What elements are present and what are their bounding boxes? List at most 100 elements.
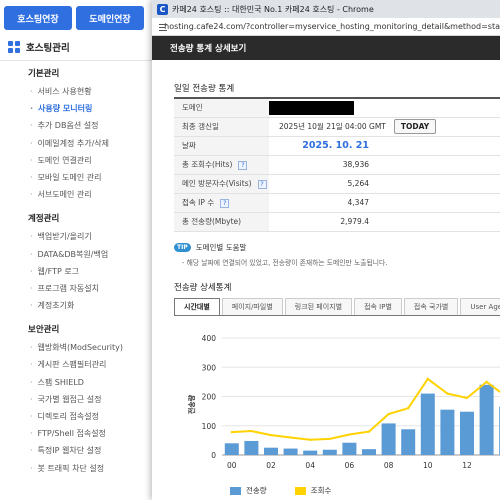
domain-redacted	[269, 100, 354, 115]
sidebar-menu-item[interactable]: 서비스 사용현황	[0, 83, 152, 100]
url-text[interactable]: hosting.cafe24.com/?controller=myservice…	[164, 22, 500, 31]
window-titlebar[interactable]: C 카페24 호스팅 :: 대한민국 No.1 카페24 호스팅 - Chrom…	[152, 0, 500, 18]
sidebar-menu-item[interactable]: 웹/FTP 로그	[0, 263, 152, 280]
sidebar-menu-item[interactable]: 스팸 SHIELD	[0, 374, 152, 391]
legend-label: 전송량	[246, 486, 267, 495]
address-bar[interactable]: hosting.cafe24.com/?controller=myservice…	[152, 18, 500, 36]
window-title: 카페24 호스팅 :: 대한민국 No.1 카페24 호스팅 - Chrome	[172, 4, 374, 14]
y-axis-label: 전송량	[187, 394, 196, 414]
help-icon[interactable]: ?	[238, 161, 248, 170]
menu-section-title: 보안관리	[28, 325, 60, 336]
sidebar-menu-item[interactable]: 백업받기/올리기	[0, 228, 152, 245]
sidebar-menu-item[interactable]: 도메인 연결관리	[0, 152, 152, 169]
chart-legend: 전송량 조회수	[230, 485, 331, 496]
traffic-chart: 0100200300400전송량0002040608101214	[152, 330, 500, 500]
sidebar-menu-item[interactable]: 봇 트래픽 차단 설정	[0, 460, 152, 477]
sidebar-menu-item[interactable]: 계정초기화	[0, 297, 152, 314]
sidebar-menu-item[interactable]: 프로그램 자동설치	[0, 280, 152, 297]
sidebar-menu: 기본관리서비스 사용현황사용량 모니터링추가 DB옵션 설정이메일계정 추가/삭…	[0, 66, 152, 477]
bar	[283, 448, 298, 455]
x-tick-label: 02	[266, 461, 276, 470]
legend-item[interactable]: 조회수	[294, 485, 332, 496]
legend-swatch	[230, 486, 241, 495]
x-tick-label: 00	[227, 461, 237, 470]
bar	[264, 447, 278, 455]
legend-item[interactable]: 전송량	[230, 485, 267, 496]
visits-label: 메인 방문자수(Visits)	[182, 179, 252, 188]
sidebar-menu-item[interactable]: 사용량 모니터링	[0, 100, 152, 117]
line-point	[269, 433, 273, 437]
line-point	[348, 433, 351, 436]
date-value[interactable]: 2025. 10. 21	[269, 140, 369, 151]
traffic-chart-svg: 0100200300400전송량0002040608101214	[187, 334, 500, 470]
bar	[322, 449, 337, 455]
tip-badge: TIP	[174, 242, 191, 252]
date-label: 날짜	[174, 136, 269, 156]
y-tick-label: 200	[202, 393, 217, 402]
bar	[303, 450, 318, 455]
sidebar-menu-item[interactable]: 디렉토리 접속설정	[0, 408, 152, 425]
stats-content: 일일 전송량 통계 도메인 최종 갱신일 2025년 10월 21일 04:00…	[174, 60, 500, 316]
table-row: 총 전송량(Mbyte) 2,979.4	[174, 212, 500, 232]
menu-section-title: 계정관리	[28, 214, 60, 225]
line-point	[446, 392, 449, 395]
cafe24-favicon-icon: C	[157, 3, 168, 15]
y-tick-label: 300	[202, 363, 217, 372]
line-point	[387, 412, 390, 416]
tab-item[interactable]: 시간대별	[174, 297, 220, 315]
tab-item[interactable]: User Agent	[460, 297, 500, 315]
line-point	[328, 437, 331, 441]
ip-count-label: 접속 IP 수	[182, 198, 215, 207]
sidebar-menu-item[interactable]: 특정IP 웹차단 설정	[0, 442, 152, 459]
table-row: 도메인	[174, 98, 500, 118]
sidebar-menu-item[interactable]: 서브도메인 관리	[0, 186, 152, 203]
hosting-menu-title[interactable]: 호스팅관리	[8, 40, 70, 54]
legend-label: 조회수	[310, 486, 332, 495]
domain-extend-button[interactable]: 도메인연장	[76, 6, 144, 30]
today-button[interactable]: TODAY	[393, 119, 437, 134]
sidebar-menu-item[interactable]: FTP/Shell 접속설정	[0, 425, 152, 442]
help-icon[interactable]: ?	[220, 199, 230, 208]
bar	[224, 443, 239, 455]
y-tick-label: 100	[202, 422, 217, 431]
bar	[440, 409, 455, 455]
sidebar-menu-item[interactable]: 추가 DB옵션 설정	[0, 117, 152, 134]
table-row: 날짜 2025. 10. 21	[174, 136, 500, 156]
menu-title-label: 호스팅관리	[26, 43, 70, 54]
sidebar-menu-item[interactable]: 게시판 스팸필터관리	[0, 356, 152, 373]
divider	[0, 60, 152, 61]
bar	[401, 429, 416, 455]
line-point	[367, 430, 371, 433]
table-row: 접속 IP 수? 4,347	[174, 193, 500, 213]
popup-header: 전송량 통계 상세보기	[152, 36, 500, 60]
sidebar-menu-item[interactable]: DATA&DB복원/백업	[0, 246, 152, 263]
tab-item[interactable]: 접속 IP별	[354, 297, 402, 315]
sidebar-menu-item[interactable]: 국가별 웹접근 설정	[0, 391, 152, 408]
bar	[342, 442, 357, 455]
tab-item[interactable]: 페이지/파일별	[221, 297, 283, 315]
line-point	[426, 377, 429, 381]
bar	[479, 384, 494, 455]
sidebar-menu-item[interactable]: 웹방화벽(ModSecurity)	[0, 339, 152, 356]
x-tick-label: 04	[305, 461, 315, 470]
mbyte-value: 2,979.4	[340, 217, 369, 226]
site-info-icon[interactable]	[158, 22, 167, 32]
menu-section: 계정관리백업받기/올리기DATA&DB복원/백업웹/FTP 로그프로그램 자동설…	[0, 211, 152, 314]
ip-count-value: 4,347	[347, 198, 369, 207]
line-point	[485, 380, 488, 384]
chrome-popup-window: C 카페24 호스팅 :: 대한민국 No.1 카페24 호스팅 - Chrom…	[152, 0, 500, 500]
line-point	[309, 438, 312, 441]
mbyte-label: 총 전송량(Mbyte)	[174, 212, 269, 232]
table-row: 총 조회수(Hits)? 38,936	[174, 155, 500, 175]
hosting-extend-button[interactable]: 호스팅연장	[4, 6, 72, 30]
help-icon[interactable]: ?	[257, 180, 267, 189]
detail-tabs: 시간대별페이지/파일별링크된 페이지별접속 IP별접속 국가별User Agen…	[174, 297, 500, 316]
y-tick-label: 400	[202, 334, 217, 343]
sidebar-menu-item[interactable]: 이메일계정 추가/삭제	[0, 135, 152, 152]
tab-item[interactable]: 접속 국가별	[403, 297, 459, 315]
updated-value: 2025년 10월 21일 04:00 GMT	[279, 122, 386, 131]
tab-item[interactable]: 링크된 페이지별	[284, 297, 353, 315]
visits-value: 5,264	[347, 179, 369, 188]
sidebar-menu-item[interactable]: 모바일 도메인 관리	[0, 169, 152, 186]
hits-label: 총 조회수(Hits)	[182, 160, 233, 169]
